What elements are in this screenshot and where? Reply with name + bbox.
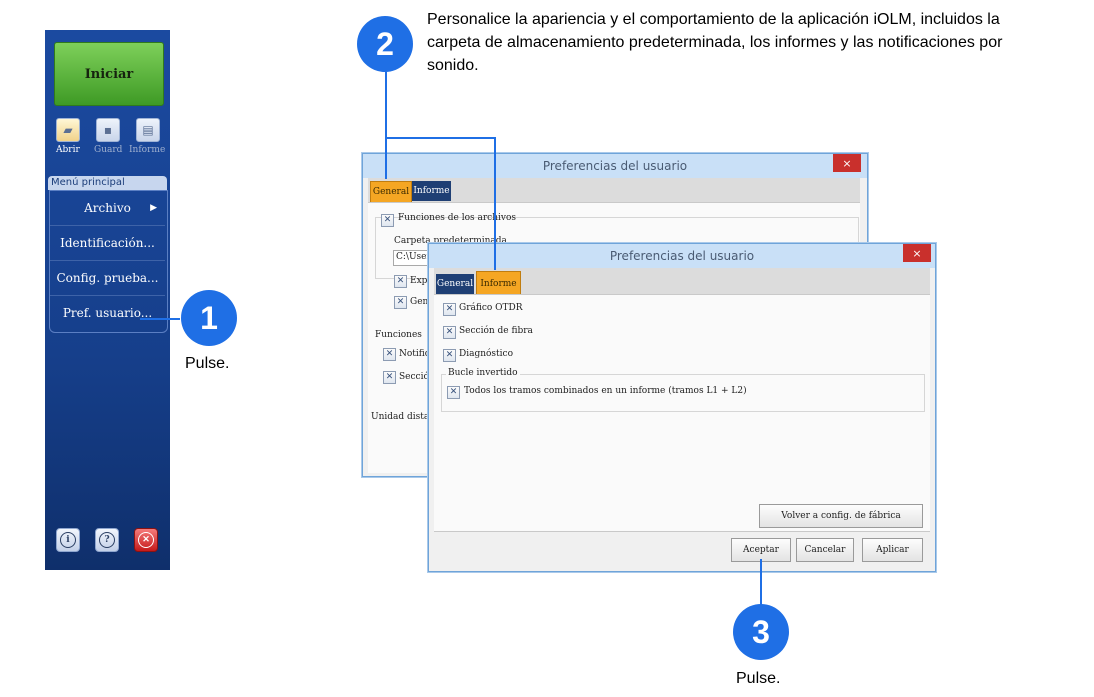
dialog-front-titlebar: Preferencias del usuario: [429, 244, 935, 268]
tab-report-back[interactable]: Informe: [412, 181, 451, 201]
menu-item-file[interactable]: Archivo ▶: [50, 191, 165, 226]
open-label: Abrir: [56, 145, 80, 155]
tab-general[interactable]: General: [436, 274, 474, 294]
dialog-front-title: Preferencias del usuario: [609, 249, 755, 263]
menu-item-identification[interactable]: Identificación...: [50, 226, 165, 261]
callout-2-text: Personalice la apariencia y el comportam…: [427, 11, 1003, 74]
tab-report[interactable]: Informe: [476, 271, 521, 296]
dialog-front-close-icon[interactable]: ×: [903, 244, 931, 262]
save-icon[interactable]: ▪: [96, 118, 120, 142]
cancel-button[interactable]: Cancelar: [796, 538, 854, 562]
report-icon[interactable]: ▤: [136, 118, 160, 142]
callout-3-caption: Pulse.: [736, 670, 781, 687]
diagnostic-checkbox[interactable]: ✕: [443, 349, 456, 362]
file-functions-checkbox[interactable]: ✕: [381, 214, 394, 227]
apply-button[interactable]: Aplicar: [862, 538, 923, 562]
folder-open-icon[interactable]: ▰: [56, 118, 80, 142]
report-label: Informe: [129, 145, 166, 155]
info-icon[interactable]: i: [56, 528, 80, 552]
functions-group-label: Funciones: [375, 330, 422, 340]
tab-general-back[interactable]: General: [370, 181, 412, 203]
menu-item-file-label: Archivo: [84, 201, 131, 215]
callout-2-leader-horizontal: [385, 137, 495, 139]
otdr-graph-label: Gráfico OTDR: [459, 303, 523, 313]
generate-label: Gen: [410, 297, 429, 307]
main-menu-title: Menú principal: [48, 176, 167, 190]
menu-item-user-preferences[interactable]: Pref. usuario...: [50, 296, 165, 330]
callout-1-caption: Pulse.: [185, 355, 230, 372]
callout-2-leader-general: [385, 137, 387, 179]
chevron-right-icon: ▶: [150, 203, 157, 213]
notification-checkbox[interactable]: ✕: [383, 348, 396, 361]
callout-2-badge: 2: [357, 16, 413, 72]
callout-3-leader: [760, 559, 762, 605]
dialog-back-close-icon[interactable]: ×: [833, 154, 861, 172]
help-icon[interactable]: ?: [95, 528, 119, 552]
dialog-back-titlebar: Preferencias del usuario: [363, 154, 867, 178]
file-functions-label: Funciones de los archivos: [398, 213, 517, 223]
save-label: Guard: [94, 145, 123, 155]
loopback-group-label: Bucle invertido: [446, 368, 520, 378]
user-preferences-dialog-front: Preferencias del usuario × General Infor…: [428, 243, 936, 572]
menu-item-test-config[interactable]: Config. prueba...: [50, 261, 165, 296]
callout-1-badge: 1: [181, 290, 237, 346]
diagnostic-label: Diagnóstico: [459, 349, 514, 359]
generate-checkbox[interactable]: ✕: [394, 296, 407, 309]
app-side-panel: Iniciar ▰ ▪ ▤ Abrir Guard Informe Menú p…: [45, 30, 170, 570]
combined-spans-checkbox[interactable]: ✕: [447, 386, 460, 399]
callout-1-leader: [140, 318, 180, 320]
otdr-graph-checkbox[interactable]: ✕: [443, 303, 456, 316]
export-checkbox[interactable]: ✕: [394, 275, 407, 288]
dialog-back-title: Preferencias del usuario: [542, 159, 688, 173]
fiber-section-label: Sección de fibra: [459, 326, 533, 336]
factory-reset-button[interactable]: Volver a config. de fábrica: [759, 504, 923, 528]
callout-3-badge: 3: [733, 604, 789, 660]
callout-2-leader-report: [494, 137, 496, 270]
section-checkbox[interactable]: ✕: [383, 371, 396, 384]
combined-spans-label: Todos los tramos combinados en un inform…: [464, 386, 747, 396]
start-button[interactable]: Iniciar: [54, 42, 164, 106]
exit-icon[interactable]: ✕: [134, 528, 158, 552]
fiber-section-checkbox[interactable]: ✕: [443, 326, 456, 339]
